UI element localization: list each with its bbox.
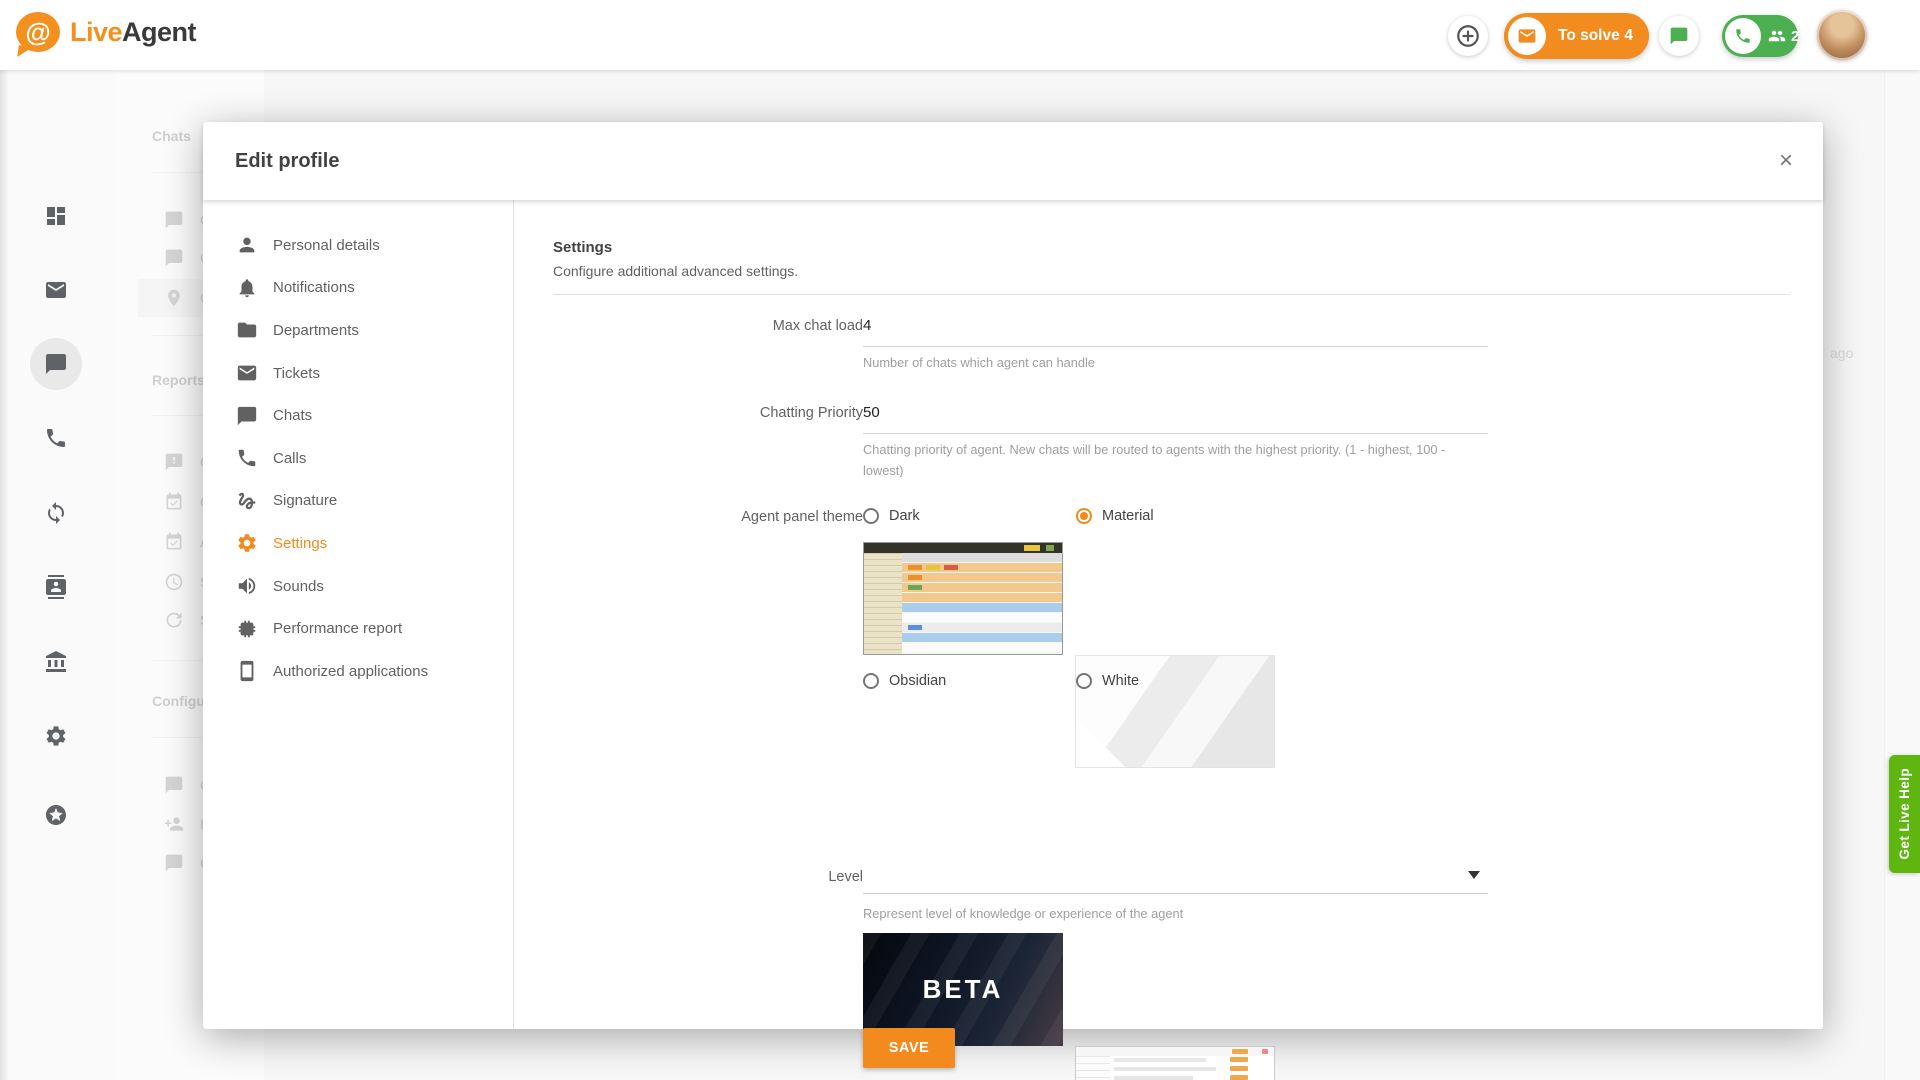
mail-icon [237, 365, 257, 381]
section-title: Settings [553, 239, 613, 256]
modal-menu: Personal details Notifications Departmen… [203, 200, 514, 1029]
folder-icon [237, 323, 257, 338]
close-icon[interactable]: × [1771, 146, 1801, 176]
dark-theme-thumbnail[interactable] [863, 542, 1063, 655]
modal-menu-chats[interactable]: Chats [203, 394, 513, 437]
radio-obsidian[interactable] [863, 673, 879, 689]
chevron-down-icon [1468, 871, 1480, 879]
gear-icon[interactable] [44, 724, 68, 748]
modal-menu-performance-report[interactable]: Performance report [203, 607, 513, 650]
star-circle-icon[interactable] [44, 803, 68, 827]
chatting-priority-helper: Chatting priority of agent. New chats wi… [863, 442, 1446, 478]
max-chat-load-label: Max chat load [772, 318, 863, 334]
bank-icon[interactable] [44, 650, 68, 674]
radio-white[interactable] [1076, 673, 1092, 689]
sync-icon[interactable] [44, 501, 68, 525]
beta-badge: BETA [922, 974, 1004, 1004]
theme-option-white[interactable]: White [1076, 673, 1139, 689]
material-theme-thumbnail[interactable] [1075, 655, 1275, 768]
person-icon [239, 237, 255, 253]
to-solve-count: 4 [1624, 27, 1633, 44]
modal-header: Edit profile × [203, 122, 1823, 200]
chatting-priority-input[interactable] [863, 403, 1488, 434]
phone-icon [1725, 18, 1761, 54]
level-helper: Represent level of knowledge or experien… [863, 906, 1184, 921]
volume-icon [238, 578, 256, 595]
liveagent-logo: @ LiveAgent [16, 12, 197, 52]
section-subtitle: Configure additional advanced settings. [553, 263, 799, 279]
logo-text: LiveAgent [70, 16, 197, 47]
get-live-help-tab[interactable]: Get Live Help [1889, 755, 1920, 873]
left-edge-shadow [0, 70, 9, 1080]
bell-icon [239, 279, 255, 298]
calls-button[interactable]: 2 [1722, 15, 1800, 57]
save-button[interactable]: SAVE [863, 1028, 955, 1068]
gear-icon [238, 534, 256, 553]
modal-menu-authorized-applications[interactable]: Authorized applications [203, 650, 513, 693]
add-button[interactable] [1448, 16, 1488, 56]
modal-menu-sounds[interactable]: Sounds [203, 565, 513, 608]
online-agents-count: 2 [1791, 27, 1800, 45]
signature-icon [238, 492, 256, 510]
to-solve-label: To solve [1558, 27, 1620, 44]
contacts-icon[interactable] [44, 575, 68, 599]
max-chat-load-field: Number of chats which agent can handle [863, 316, 1488, 373]
app-root: @ LiveAgent To solve 4 2 Get Live Help E… [0, 0, 1920, 1080]
modal-content: Settings Configure additional advanced s… [514, 200, 1823, 1080]
modal-title: Edit profile [235, 150, 340, 172]
radio-material[interactable] [1076, 508, 1092, 524]
modal-menu-personal-details[interactable]: Personal details [203, 224, 513, 267]
theme-option-obsidian[interactable]: Obsidian [863, 673, 946, 689]
max-chat-load-input[interactable] [863, 316, 1488, 347]
chat-bubble-icon [1670, 27, 1688, 45]
radio-dark[interactable] [863, 508, 879, 524]
theme-option-material[interactable]: Material [1076, 508, 1154, 524]
modal-menu-notifications[interactable]: Notifications [203, 267, 513, 310]
modal-menu-signature[interactable]: Signature [203, 480, 513, 523]
logo-bubble-icon: @ [16, 12, 60, 52]
level-label: Level [828, 869, 863, 885]
chat-icon [237, 406, 257, 425]
people-icon [1768, 27, 1786, 45]
modal-menu-tickets[interactable]: Tickets [203, 352, 513, 395]
chats-button[interactable] [1659, 16, 1699, 56]
white-theme-thumbnail[interactable] [1075, 1046, 1275, 1080]
modal-menu-settings[interactable]: Settings [203, 522, 513, 565]
section-divider [553, 294, 1790, 295]
max-chat-load-helper: Number of chats which agent can handle [863, 355, 1095, 370]
modal-menu-calls[interactable]: Calls [203, 437, 513, 480]
level-select[interactable] [863, 863, 1488, 894]
agent-panel-theme-label: Agent panel theme [741, 509, 863, 525]
chatting-priority-label: Chatting Priority [759, 405, 863, 421]
chip-icon [238, 620, 256, 637]
dashboard-icon[interactable] [44, 204, 68, 228]
user-avatar[interactable] [1817, 10, 1867, 60]
app-sidebar [0, 70, 114, 1080]
modal-menu-departments[interactable]: Departments [203, 309, 513, 352]
top-bar: @ LiveAgent To solve 4 2 [0, 0, 1920, 70]
edit-profile-modal: Edit profile × Personal details Notifica… [203, 122, 1823, 1080]
envelope-icon [1508, 17, 1546, 55]
chat-icon[interactable] [44, 352, 68, 376]
theme-option-dark[interactable]: Dark [863, 508, 920, 524]
phone-icon [238, 450, 256, 467]
to-solve-button[interactable]: To solve 4 [1504, 13, 1649, 59]
mail-icon[interactable] [44, 278, 68, 302]
plus-circle-icon [1457, 25, 1479, 47]
phone-icon[interactable] [44, 426, 68, 450]
chatting-priority-field: Chatting priority of agent. New chats wi… [863, 403, 1488, 481]
smartphone-icon [240, 661, 254, 682]
